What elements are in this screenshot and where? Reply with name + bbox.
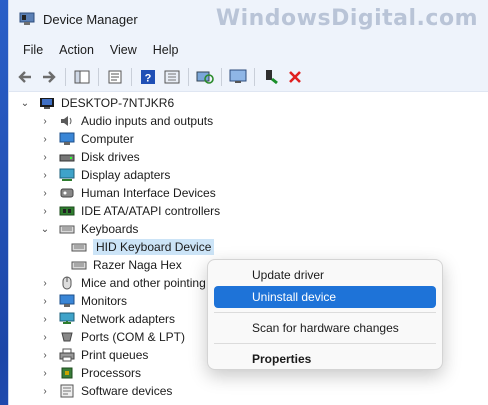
- toolbar-separator: [221, 67, 222, 86]
- tree-category-computer[interactable]: › Computer: [9, 130, 488, 148]
- context-menu: Update driver Uninstall device Scan for …: [207, 259, 443, 370]
- software-device-icon: [59, 384, 75, 398]
- category-label: Computer: [81, 132, 134, 146]
- tree-category-display-adapters[interactable]: › Display adapters: [9, 166, 488, 184]
- menu-action[interactable]: Action: [51, 43, 102, 57]
- computer-name-label: DESKTOP-7NTJKR6: [61, 96, 175, 110]
- category-label: IDE ATA/ATAPI controllers: [81, 204, 221, 218]
- device-label: HID Keyboard Device: [93, 239, 215, 255]
- menu-view[interactable]: View: [102, 43, 145, 57]
- hid-icon: [59, 186, 75, 200]
- toolbar-separator: [98, 67, 99, 86]
- chevron-right-icon[interactable]: ›: [39, 385, 51, 397]
- monitor-icon: [59, 132, 75, 146]
- disk-drive-icon: [59, 150, 75, 164]
- tree-category-audio[interactable]: › Audio inputs and outputs: [9, 112, 488, 130]
- toolbar-separator: [131, 67, 132, 86]
- menu-item-properties[interactable]: Properties: [214, 348, 436, 370]
- category-label: Print queues: [81, 348, 149, 362]
- forward-arrow-icon[interactable]: [39, 67, 59, 87]
- title-bar: Device Manager WindowsDigital.com: [9, 0, 488, 38]
- monitor-scan-icon[interactable]: [228, 67, 248, 87]
- chevron-down-icon[interactable]: ⌄: [19, 97, 31, 109]
- enable-device-icon[interactable]: [261, 67, 281, 87]
- chevron-right-icon[interactable]: ›: [39, 367, 51, 379]
- monitor-icon: [59, 294, 75, 308]
- category-label: Human Interface Devices: [81, 186, 216, 200]
- device-manager-icon: [19, 12, 35, 26]
- properties-icon[interactable]: [105, 67, 125, 87]
- tree-category-disk-drives[interactable]: › Disk drives: [9, 148, 488, 166]
- display-adapter-icon: [59, 168, 75, 182]
- network-adapter-icon: [59, 312, 75, 326]
- tree-category-hid[interactable]: › Human Interface Devices: [9, 184, 488, 202]
- menu-item-update-driver[interactable]: Update driver: [214, 264, 436, 286]
- tree-category-software-devices[interactable]: › Software devices: [9, 382, 488, 400]
- chevron-right-icon[interactable]: ›: [39, 133, 51, 145]
- ide-controller-icon: [59, 204, 75, 218]
- menu-help[interactable]: Help: [145, 43, 187, 57]
- menu-bar: File Action View Help: [9, 38, 488, 62]
- chevron-down-icon[interactable]: ⌄: [39, 223, 51, 235]
- window-title: Device Manager: [43, 11, 138, 27]
- processor-icon: [59, 366, 75, 380]
- chevron-right-icon[interactable]: ›: [39, 115, 51, 127]
- chevron-right-icon[interactable]: ›: [39, 295, 51, 307]
- chevron-right-icon[interactable]: ›: [39, 313, 51, 325]
- chevron-right-icon[interactable]: ›: [39, 205, 51, 217]
- menu-item-scan-hardware[interactable]: Scan for hardware changes: [214, 317, 436, 339]
- toolbar: ?: [9, 62, 488, 92]
- chevron-right-icon[interactable]: ›: [39, 349, 51, 361]
- chevron-right-icon[interactable]: ›: [39, 169, 51, 181]
- mouse-icon: [59, 276, 75, 290]
- tree-root-node[interactable]: ⌄ DESKTOP-7NTJKR6: [9, 94, 488, 112]
- category-label: Monitors: [81, 294, 128, 308]
- keyboard-icon: [59, 222, 75, 236]
- show-hide-tree-icon[interactable]: [72, 67, 92, 87]
- svg-text:?: ?: [145, 72, 152, 84]
- category-label: Display adapters: [81, 168, 171, 182]
- back-arrow-icon[interactable]: [15, 67, 35, 87]
- chevron-right-icon[interactable]: ›: [39, 331, 51, 343]
- menu-separator: [214, 312, 436, 313]
- menu-separator: [214, 343, 436, 344]
- category-label: Ports (COM & LPT): [81, 330, 186, 344]
- speaker-icon: [59, 114, 75, 128]
- chevron-right-icon[interactable]: ›: [39, 277, 51, 289]
- category-label: Disk drives: [81, 150, 140, 164]
- chevron-right-icon[interactable]: ›: [39, 151, 51, 163]
- update-driver-icon[interactable]: [162, 67, 182, 87]
- chevron-right-icon[interactable]: ›: [39, 187, 51, 199]
- toolbar-separator: [188, 67, 189, 86]
- menu-item-uninstall-device[interactable]: Uninstall device: [214, 286, 436, 308]
- menu-file[interactable]: File: [15, 43, 51, 57]
- help-icon[interactable]: ?: [138, 67, 158, 87]
- category-label: Network adapters: [81, 312, 176, 326]
- toolbar-separator: [65, 67, 66, 86]
- toolbar-separator: [254, 67, 255, 86]
- keyboard-icon: [71, 258, 87, 272]
- tree-category-keyboards[interactable]: ⌄ Keyboards: [9, 220, 488, 238]
- watermark-logo: WindowsDigital.com: [215, 6, 478, 31]
- uninstall-device-icon[interactable]: [285, 67, 305, 87]
- computer-root-icon: [39, 96, 55, 110]
- port-icon: [59, 330, 75, 344]
- category-label: Processors: [81, 366, 142, 380]
- device-label: Razer Naga Hex: [93, 258, 182, 272]
- category-label: Software devices: [81, 384, 173, 398]
- category-label: Keyboards: [81, 222, 139, 236]
- printer-icon: [59, 348, 75, 362]
- keyboard-icon: [71, 240, 87, 254]
- scan-hardware-icon[interactable]: [195, 67, 215, 87]
- category-label: Audio inputs and outputs: [81, 114, 214, 128]
- tree-category-ide[interactable]: › IDE ATA/ATAPI controllers: [9, 202, 488, 220]
- tree-device-hid-keyboard[interactable]: HID Keyboard Device: [9, 238, 488, 256]
